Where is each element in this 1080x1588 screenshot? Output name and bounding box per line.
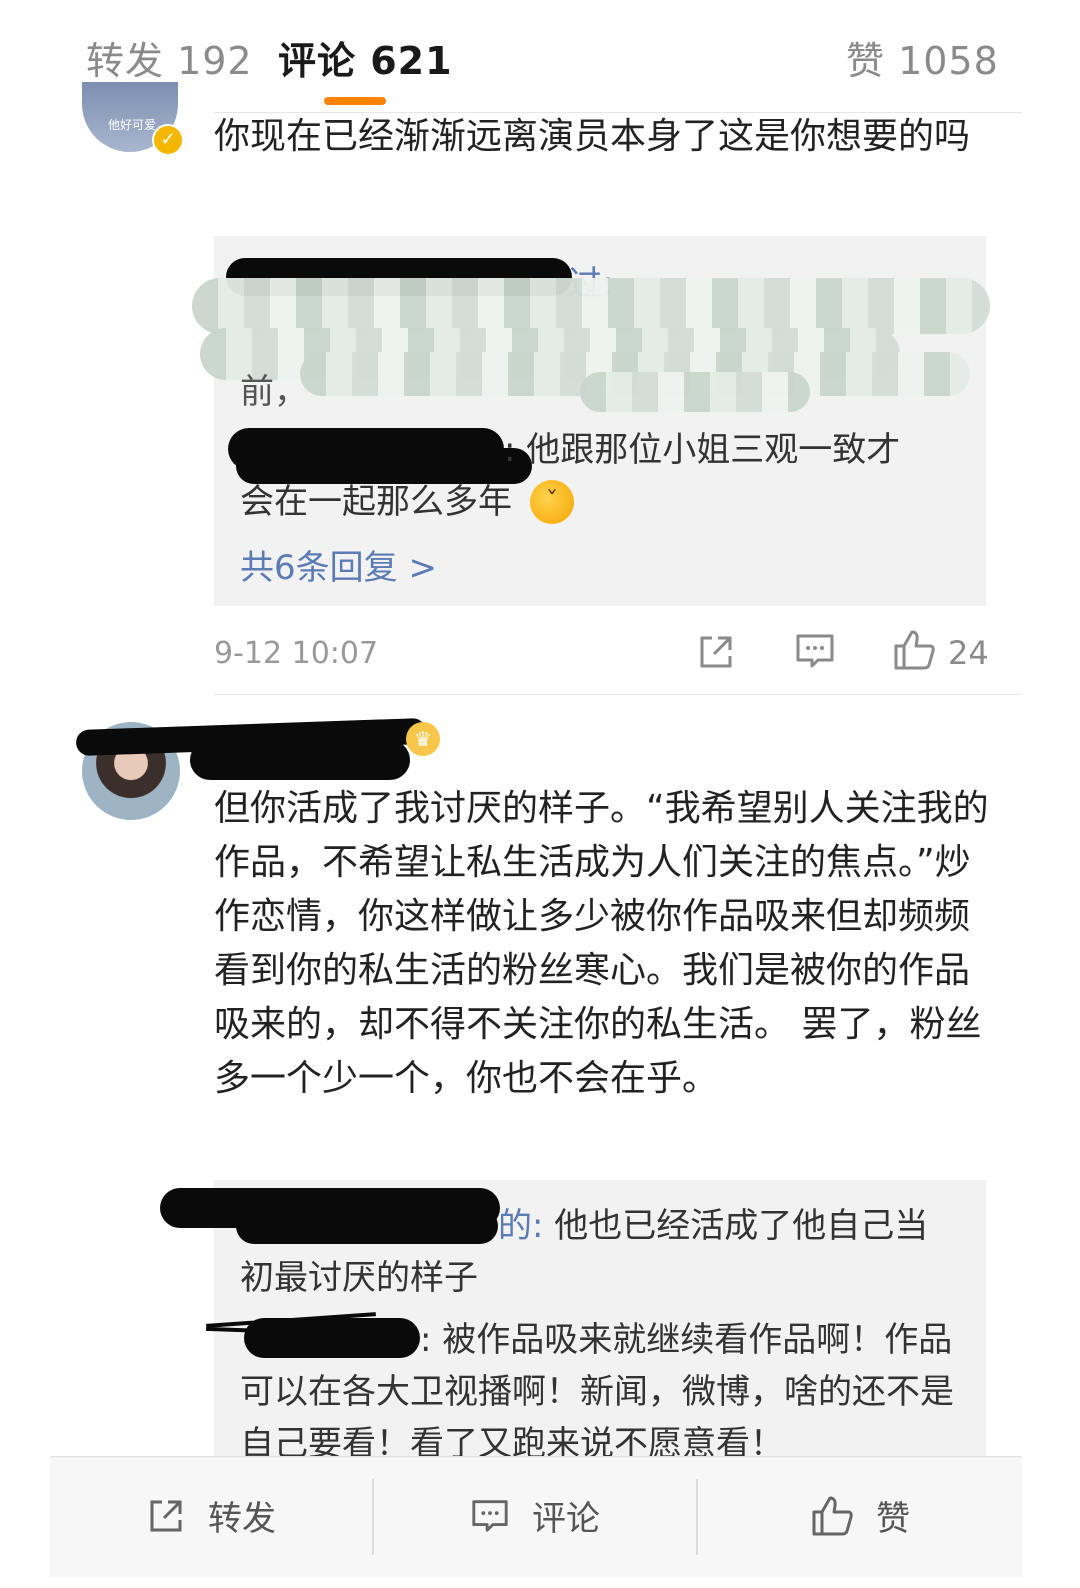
tab-like[interactable]: 赞 1058 xyxy=(846,30,999,85)
tab-repost[interactable]: 转发 192 xyxy=(86,30,253,85)
divider xyxy=(214,694,1022,695)
mosaic-blur xyxy=(580,372,810,412)
comment-icon[interactable] xyxy=(794,630,836,672)
like-button[interactable]: 赞 xyxy=(810,1491,910,1540)
repost-label: 转发 xyxy=(208,1499,276,1539)
comment-text: 你现在已经渐渐远离演员本身了这是你想要的吗 xyxy=(214,116,971,157)
repost-button[interactable]: 转发 xyxy=(146,1491,276,1540)
divider xyxy=(696,1479,698,1555)
mosaic-blur xyxy=(192,278,990,334)
like-label: 赞 xyxy=(876,1499,910,1539)
reply-name-suffix: 的: xyxy=(498,1206,544,1246)
comment-icon xyxy=(472,1499,508,1532)
thumbs-up-icon[interactable] xyxy=(892,628,936,672)
active-tab-indicator xyxy=(324,97,386,105)
verified-badge-icon: ✓ xyxy=(152,124,184,156)
divider xyxy=(372,1479,374,1555)
comment-button[interactable]: 评论 xyxy=(470,1491,600,1540)
share-icon[interactable] xyxy=(696,632,736,672)
reply-text: : 被作品吸来就继续看作品啊！作品可以在各大卫视播啊！新闻，微博，啥的还不是自己… xyxy=(240,1320,954,1464)
crown-icon: ♛ xyxy=(406,722,440,756)
reply-text: 会在一起那么多年 xyxy=(240,482,512,522)
view-replies-link[interactable]: 共6条回复 > xyxy=(240,540,437,589)
bottom-action-bar: 转发 评论 赞 xyxy=(50,1456,1022,1577)
redaction-mark xyxy=(190,740,410,780)
comment-label: 评论 xyxy=(532,1499,600,1539)
reply-text: : 他跟那位小姐三观一致才 xyxy=(504,430,901,470)
reply-text-fragment: 前， xyxy=(240,372,308,412)
avatar-caption: 他好可爱 xyxy=(108,118,157,132)
comment-time: 9-12 10:07 xyxy=(214,636,379,671)
reply-text: 的: 他也已经活成了他自己当初最讨厌的样子 xyxy=(240,1206,929,1298)
comment-text: 但你活成了我讨厌的样子。“我希望别人关注我的作品，不希望让私生活成为人们关注的焦… xyxy=(214,788,989,1099)
like-count: 24 xyxy=(948,634,989,672)
share-icon xyxy=(150,1500,182,1531)
tab-comment[interactable]: 评论 621 xyxy=(278,30,453,85)
thumbs-up-icon xyxy=(812,1496,853,1535)
upside-down-face-icon: ˇ xyxy=(530,480,574,524)
